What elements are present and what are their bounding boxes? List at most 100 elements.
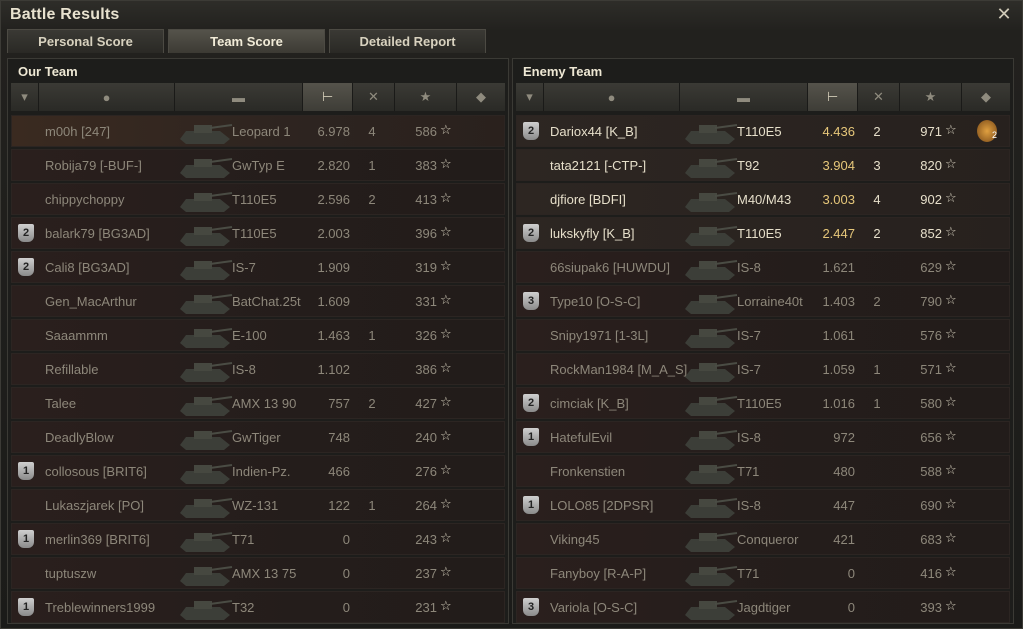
tank-icon bbox=[180, 396, 233, 416]
player-name: 66siupak6 [HUWDU] bbox=[550, 260, 670, 275]
player-name: balark79 [BG3AD] bbox=[45, 226, 150, 241]
table-row[interactable]: 2 Cali8 [BG3AD] IS-7 1.909 319 ☆ bbox=[11, 251, 505, 283]
table-row[interactable]: DeadlyBlow GwTiger 748 240 ☆ bbox=[11, 421, 505, 453]
tank-icon bbox=[180, 464, 233, 484]
table-row[interactable]: 66siupak6 [HUWDU] IS-8 1.621 629 ☆ bbox=[516, 251, 1010, 283]
table-row[interactable]: Fanyboy [R-A-P] T71 0 416 ☆ bbox=[516, 557, 1010, 589]
xp-value: 852 bbox=[920, 226, 942, 241]
damage-value: 0 bbox=[342, 532, 350, 547]
table-row[interactable]: Robija79 [-BUF-] GwTyp E 2.820 1 383 ☆ bbox=[11, 149, 505, 181]
tank-icon[interactable]: ▬ bbox=[175, 83, 303, 111]
tank-name: IS-7 bbox=[737, 362, 761, 377]
table-row[interactable]: 1 collosous [BRIT6] Indien-Pz. 466 276 ☆ bbox=[11, 455, 505, 487]
table-row[interactable]: Snipy1971 [1-3L] IS-7 1.061 576 ☆ bbox=[516, 319, 1010, 351]
table-row[interactable]: m00h [247] Leopard 1 6.978 4 586 ☆ bbox=[11, 115, 505, 147]
tank-icon bbox=[685, 430, 738, 450]
star-icon[interactable]: ★ bbox=[395, 83, 457, 111]
star-icon: ☆ bbox=[440, 530, 452, 545]
tank-icon bbox=[685, 600, 738, 620]
star-icon: ☆ bbox=[440, 258, 452, 273]
table-row[interactable]: Fronkenstien T71 480 588 ☆ bbox=[516, 455, 1010, 487]
damage-icon[interactable]: ⊢ bbox=[303, 83, 353, 111]
damage-value: 447 bbox=[833, 498, 855, 513]
platoon-badge-icon: 2 bbox=[18, 224, 34, 242]
table-row[interactable]: Saaammm E-100 1.463 1 326 ☆ bbox=[11, 319, 505, 351]
platoon-badge-icon: 3 bbox=[523, 598, 539, 616]
table-row[interactable]: djfiore [BDFI] M40/M43 3.003 4 902 ☆ bbox=[516, 183, 1010, 215]
table-row[interactable]: Gen_MacArthur BatChat.25t 1.609 331 ☆ bbox=[11, 285, 505, 317]
platoon-icon[interactable]: ▾ bbox=[11, 83, 39, 111]
platoon-icon[interactable]: ▾ bbox=[516, 83, 544, 111]
close-icon[interactable]: ✕ bbox=[995, 5, 1013, 23]
damage-value: 0 bbox=[342, 566, 350, 581]
player-name: Robija79 [-BUF-] bbox=[45, 158, 142, 173]
platoon-badge-icon: 1 bbox=[18, 530, 34, 548]
table-row[interactable]: tata2121 [-CTP-] T92 3.904 3 820 ☆ bbox=[516, 149, 1010, 181]
star-icon: ☆ bbox=[440, 156, 452, 171]
table-row[interactable]: chippychoppy T110E5 2.596 2 413 ☆ bbox=[11, 183, 505, 215]
kills-value: 2 bbox=[873, 226, 881, 241]
tank-name: Jagdtiger bbox=[737, 600, 791, 615]
tank-icon bbox=[685, 532, 738, 552]
kills-value: 2 bbox=[873, 124, 881, 139]
player-name: Lukaszjarek [PO] bbox=[45, 498, 144, 513]
player-name: HatefulEvil bbox=[550, 430, 613, 445]
xp-value: 576 bbox=[920, 328, 942, 343]
table-row[interactable]: 2 lukskyfly [K_B] T110E5 2.447 2 852 ☆ bbox=[516, 217, 1010, 249]
table-row[interactable]: tuptuszw AMX 13 75 0 237 ☆ bbox=[11, 557, 505, 589]
player-name: Snipy1971 [1-3L] bbox=[550, 328, 649, 343]
table-row[interactable]: 2 balark79 [BG3AD] T110E5 2.003 396 ☆ bbox=[11, 217, 505, 249]
damage-value: 1.463 bbox=[317, 328, 350, 343]
star-icon: ☆ bbox=[945, 326, 957, 341]
medal-icon[interactable]: ◆ bbox=[962, 83, 1010, 111]
tank-icon[interactable]: ▬ bbox=[680, 83, 808, 111]
star-icon[interactable]: ★ bbox=[900, 83, 962, 111]
tank-icon bbox=[180, 362, 233, 382]
tank-name: T110E5 bbox=[737, 226, 782, 241]
table-row[interactable]: 1 LOLO85 [2DPSR] IS-8 447 690 ☆ bbox=[516, 489, 1010, 521]
player-icon[interactable]: ● bbox=[544, 83, 680, 111]
table-row[interactable]: 1 Treblewinners1999 T32 0 231 ☆ bbox=[11, 591, 505, 623]
star-icon: ☆ bbox=[440, 122, 452, 137]
xp-value: 588 bbox=[920, 464, 942, 479]
xp-value: 386 bbox=[415, 362, 437, 377]
tank-icon bbox=[180, 566, 233, 586]
player-icon[interactable]: ● bbox=[39, 83, 175, 111]
damage-icon[interactable]: ⊢ bbox=[808, 83, 858, 111]
kills-icon[interactable]: ✕ bbox=[353, 83, 395, 111]
table-row[interactable]: 2 Dariox44 [K_B] T110E5 4.436 2 971 ☆ 2 bbox=[516, 115, 1010, 147]
tank-icon bbox=[180, 158, 233, 178]
tab-team-score[interactable]: Team Score bbox=[168, 29, 325, 53]
table-row[interactable]: 2 cimciak [K_B] T110E5 1.016 1 580 ☆ bbox=[516, 387, 1010, 419]
table-row[interactable]: Refillable IS-8 1.102 386 ☆ bbox=[11, 353, 505, 385]
player-name: Dariox44 [K_B] bbox=[550, 124, 638, 139]
window-title: Battle Results bbox=[10, 6, 120, 23]
player-name: Cali8 [BG3AD] bbox=[45, 260, 130, 275]
enemy-team-header: ▾ ● ▬ ⊢ ✕ ★ ◆ bbox=[516, 83, 1010, 111]
tank-name: Leopard 1 bbox=[232, 124, 291, 139]
medal-icon[interactable]: 2 bbox=[977, 120, 997, 142]
star-icon: ☆ bbox=[440, 496, 452, 511]
star-icon: ☆ bbox=[440, 360, 452, 375]
tank-icon bbox=[180, 192, 233, 212]
kills-icon[interactable]: ✕ bbox=[858, 83, 900, 111]
table-row[interactable]: Lukaszjarek [PO] WZ-131 122 1 264 ☆ bbox=[11, 489, 505, 521]
table-row[interactable]: RockMan1984 [M_A_S] IS-7 1.059 1 571 ☆ bbox=[516, 353, 1010, 385]
kills-value: 3 bbox=[873, 158, 881, 173]
xp-value: 243 bbox=[415, 532, 437, 547]
table-row[interactable]: 1 HatefulEvil IS-8 972 656 ☆ bbox=[516, 421, 1010, 453]
medal-icon[interactable]: ◆ bbox=[457, 83, 505, 111]
table-row[interactable]: Talee AMX 13 90 757 2 427 ☆ bbox=[11, 387, 505, 419]
xp-value: 240 bbox=[415, 430, 437, 445]
tab-detailed-report[interactable]: Detailed Report bbox=[329, 29, 486, 53]
tab-personal-score[interactable]: Personal Score bbox=[7, 29, 164, 53]
table-row[interactable]: 1 merlin369 [BRIT6] T71 0 243 ☆ bbox=[11, 523, 505, 555]
star-icon: ☆ bbox=[945, 224, 957, 239]
table-row[interactable]: 3 Type10 [O-S-C] Lorraine40t 1.403 2 790 ☆ bbox=[516, 285, 1010, 317]
damage-value: 2.596 bbox=[317, 192, 350, 207]
table-row[interactable]: 3 Variola [O-S-C] Jagdtiger 0 393 ☆ bbox=[516, 591, 1010, 623]
player-name: Gen_MacArthur bbox=[45, 294, 137, 309]
enemy-team-panel: Enemy Team ▾ ● ▬ ⊢ ✕ ★ ◆ 2 Dariox44 [K_B]… bbox=[512, 58, 1014, 624]
table-row[interactable]: Viking45 Conqueror 421 683 ☆ bbox=[516, 523, 1010, 555]
player-name: lukskyfly [K_B] bbox=[550, 226, 635, 241]
